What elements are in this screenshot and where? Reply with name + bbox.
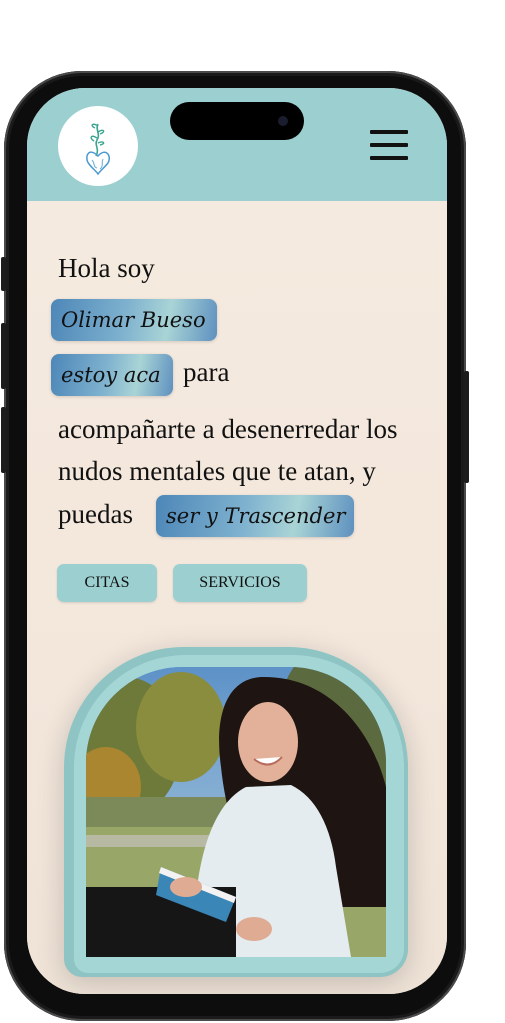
logo[interactable]: [58, 106, 138, 186]
hero-line-1: acompañarte a desenerredar los: [58, 414, 398, 444]
para-text: para: [183, 357, 230, 387]
hamburger-menu-icon[interactable]: [370, 130, 408, 160]
menu-bar-top: [370, 130, 408, 134]
portrait-photo: [86, 667, 386, 957]
intro-text: Hola soy: [58, 253, 155, 283]
heart-leaf-logo-icon: [86, 123, 110, 176]
trascender-highlight: ser y Trascender: [156, 495, 354, 537]
citas-button[interactable]: CITAS: [57, 564, 157, 602]
photo-frame: [64, 647, 408, 977]
volume-up-button: [1, 323, 6, 389]
name-highlight: Olimar Bueso: [51, 299, 217, 341]
power-button: [464, 371, 469, 483]
estoy-highlight: estoy aca: [51, 354, 173, 396]
portrait-illustration: [86, 667, 386, 957]
phone-screen: Hola soy Olimar Bueso estoy aca para aco…: [27, 88, 447, 994]
servicios-button[interactable]: SERVICIOS: [173, 564, 307, 602]
action-button: [1, 257, 6, 291]
dynamic-island: [170, 102, 304, 140]
volume-down-button: [1, 407, 6, 473]
camera-dot: [278, 116, 288, 126]
hero-section: Hola soy Olimar Bueso estoy aca para aco…: [27, 201, 447, 994]
hero-line-2: nudos mentales que te atan, y: [58, 456, 376, 486]
menu-bar-bottom: [370, 156, 408, 160]
menu-bar-middle: [370, 143, 408, 147]
hero-line-3: puedas: [58, 499, 133, 529]
site-header: [27, 88, 447, 201]
